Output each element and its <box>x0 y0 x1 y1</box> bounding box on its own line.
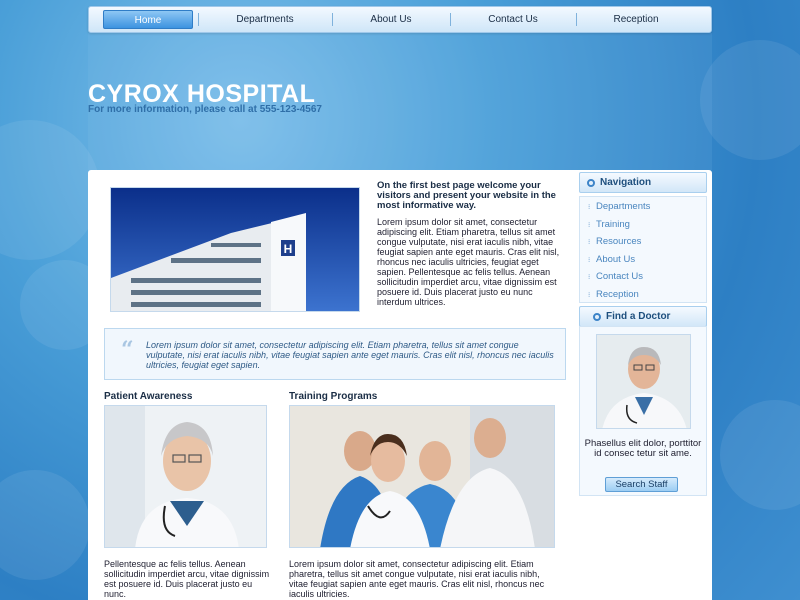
sidebar-navigation-header: Navigation <box>579 172 707 193</box>
hospital-building-image: H <box>110 187 360 312</box>
nav-reception[interactable]: Reception <box>576 6 696 33</box>
quote-icon: “ <box>121 337 134 363</box>
intro-heading: On the first best page welcome your visi… <box>377 180 556 211</box>
list-bullet-icon: ⁝ <box>588 222 591 229</box>
list-bullet-icon: ⁝ <box>588 204 591 211</box>
patient-awareness-text: Pellentesque ac felis tellus. Aenean sol… <box>104 559 270 599</box>
circle-bullet-icon <box>587 179 595 187</box>
training-programs-heading: Training Programs <box>289 391 378 402</box>
sidebar-item-contact-us[interactable]: ⁝ Contact Us <box>588 271 643 282</box>
training-programs-text: Lorem ipsum dolor sit amet, consectetur … <box>289 559 545 599</box>
nurse-image <box>104 405 267 548</box>
intro-paragraph: Lorem ipsum dolor sit amet, consectetur … <box>377 217 560 307</box>
sidebar-item-about-us[interactable]: ⁝ About Us <box>588 254 635 265</box>
find-doctor-text: Phasellus elit dolor, porttitor id conse… <box>584 438 702 459</box>
sidebar-item-label: About Us <box>596 254 636 265</box>
background-bokeh <box>0 120 100 260</box>
sidebar-item-reception[interactable]: ⁝ Reception <box>588 289 639 300</box>
sidebar-item-label: Departments <box>596 201 651 212</box>
sidebar-item-training[interactable]: ⁝ Training <box>588 219 630 230</box>
svg-text:H: H <box>284 242 293 256</box>
nav-about-us[interactable]: About Us <box>332 6 450 33</box>
site-subtitle: For more information, please call at 555… <box>88 104 322 115</box>
nav-home[interactable]: Home <box>103 10 193 29</box>
medical-team-image <box>289 405 555 548</box>
search-staff-button[interactable]: Search Staff <box>605 477 678 492</box>
circle-bullet-icon <box>593 313 601 321</box>
sidebar-item-label: Contact Us <box>596 271 643 282</box>
nav-departments[interactable]: Departments <box>198 6 332 33</box>
doctor-image <box>596 334 691 429</box>
sidebar-navigation-list: ⁝ Departments ⁝ Training ⁝ Resources ⁝ About… <box>579 196 707 303</box>
list-bullet-icon: ⁝ <box>588 292 591 299</box>
find-doctor-title: Find a Doctor <box>606 311 671 322</box>
nav-contact-us[interactable]: Contact Us <box>450 6 576 33</box>
find-doctor-header: Find a Doctor <box>579 306 707 327</box>
background-bokeh <box>720 400 800 510</box>
quote-box: “ Lorem ipsum dolor sit amet, consectetu… <box>104 328 566 380</box>
list-bullet-icon: ⁝ <box>588 257 591 264</box>
sidebar-item-resources[interactable]: ⁝ Resources <box>588 236 641 247</box>
background-bokeh <box>700 40 800 160</box>
patient-awareness-heading: Patient Awareness <box>104 391 193 402</box>
background-bokeh <box>0 470 90 580</box>
quote-text: Lorem ipsum dolor sit amet, consectetur … <box>146 340 554 370</box>
sidebar-navigation-title: Navigation <box>600 177 652 188</box>
list-bullet-icon: ⁝ <box>588 274 591 281</box>
top-navigation: Home Departments About Us Contact Us Rec… <box>88 6 712 33</box>
sidebar-item-label: Reception <box>596 289 639 300</box>
sidebar-item-label: Training <box>596 219 630 230</box>
list-bullet-icon: ⁝ <box>588 239 591 246</box>
sidebar-item-label: Resources <box>596 236 642 247</box>
sidebar-item-departments[interactable]: ⁝ Departments <box>588 201 650 212</box>
